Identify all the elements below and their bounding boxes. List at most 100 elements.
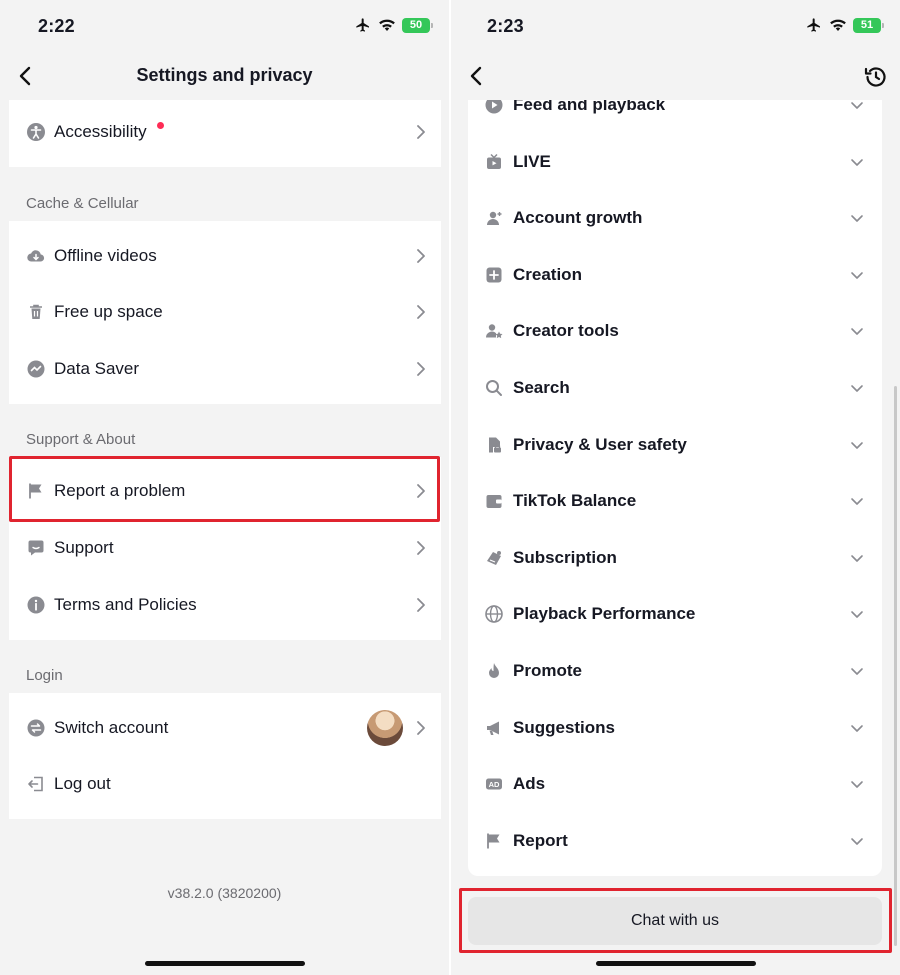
topic-item-tiktok-balance[interactable]: TikTok Balance [468, 473, 882, 529]
topic-label: Ads [513, 774, 546, 794]
notification-dot [157, 122, 164, 129]
person-star-icon [484, 321, 504, 341]
chevron-down-icon [851, 724, 863, 732]
chevron-down-icon [851, 158, 863, 166]
app-version: v38.2.0 (3820200) [167, 885, 282, 901]
nav-header: Settings and privacy [0, 56, 449, 98]
chat-button-highlight [459, 888, 892, 953]
topic-item-creation[interactable]: Creation [468, 247, 882, 303]
status-time: 2:22 [38, 16, 75, 36]
logout-icon [26, 774, 46, 794]
section-header: Cache & Cellular [26, 195, 139, 212]
accessibility-card: Accessibility [9, 100, 441, 167]
history-icon[interactable] [863, 64, 889, 90]
settings-item-data-saver[interactable]: Data Saver [9, 341, 441, 397]
chevron-down-icon [851, 554, 863, 562]
airplane-icon [807, 18, 820, 32]
chat-bubble-icon [26, 538, 46, 558]
chevron-down-icon [851, 611, 863, 619]
settings-item-label: Free up space [54, 302, 163, 321]
battery-level: 50 [409, 19, 423, 31]
wallet-icon [484, 491, 504, 511]
back-arrow-icon[interactable] [465, 64, 489, 88]
topic-label: Promote [513, 661, 582, 680]
topic-label: Feed and playback [513, 100, 666, 114]
settings-item-accessibility[interactable]: Accessibility [9, 104, 441, 160]
topic-label: Report [513, 830, 568, 850]
topic-item-ads[interactable]: AD Ads [468, 756, 882, 812]
ad-icon: AD [484, 774, 504, 794]
topic-label: Suggestions [513, 717, 616, 737]
home-indicator [595, 961, 756, 966]
topic-item-creator-tools[interactable]: Creator tools [468, 303, 882, 359]
topic-label: Account growth [513, 208, 643, 228]
settings-item-switch-account[interactable]: Switch account [9, 700, 441, 756]
topic-label: Search [513, 378, 570, 397]
settings-item-label: Data Saver [54, 359, 140, 378]
topics-list: Feed and playback LIVE Account growth Creat… [468, 100, 882, 876]
wifi-icon [830, 19, 846, 31]
data-saver-icon [26, 359, 46, 379]
status-bar: 2:23 51 [451, 0, 900, 52]
topic-label: LIVE [513, 151, 551, 171]
chevron-down-icon [851, 215, 863, 222]
topic-label: Creation [513, 264, 582, 284]
topic-item-search[interactable]: Search [468, 360, 882, 416]
settings-item-free-up-space[interactable]: Free up space [9, 284, 441, 340]
settings-item-label: Switch account [54, 718, 169, 737]
chevron-right-icon [417, 721, 425, 735]
topic-item-feed-and-playback[interactable]: Feed and playback [468, 100, 882, 133]
trash-icon [26, 302, 46, 322]
privacy-icon [484, 435, 504, 455]
settings-item-offline-videos[interactable]: Offline videos [9, 228, 441, 284]
flag-icon [484, 831, 504, 851]
page-title: Settings and privacy [136, 65, 313, 85]
topic-item-report[interactable]: Report [468, 813, 882, 869]
settings-item-terms-policies[interactable]: Terms and Policies [9, 577, 441, 633]
topic-item-live[interactable]: LIVE [468, 134, 882, 190]
accessibility-icon [26, 122, 46, 142]
globe-icon [484, 604, 504, 624]
topic-label: TikTok Balance [513, 491, 637, 511]
chevron-down-icon [851, 781, 863, 788]
chevron-right-icon [417, 125, 425, 139]
topic-item-subscription[interactable]: Subscription [468, 530, 882, 586]
topic-item-promote[interactable]: Promote [468, 643, 882, 699]
scrollbar[interactable] [894, 386, 897, 946]
flame-icon [484, 661, 504, 681]
chevron-right-icon [417, 249, 425, 263]
live-tv-icon [484, 152, 504, 172]
topic-item-privacy-user-safety[interactable]: Privacy & User safety [468, 417, 882, 473]
settings-item-log-out[interactable]: Log out [9, 756, 441, 812]
login-card: Switch account Log out [9, 693, 441, 819]
topic-label: Creator tools [513, 321, 619, 341]
plus-square-icon [484, 265, 504, 285]
settings-privacy-screen: 2:22 50 Settings and privacy Accessibili… [0, 0, 449, 975]
info-icon [26, 595, 46, 615]
avatar [367, 710, 403, 746]
topic-item-account-growth[interactable]: Account growth [468, 190, 882, 246]
topic-label: Subscription [513, 547, 617, 567]
chevron-right-icon [417, 541, 425, 555]
topic-item-suggestions[interactable]: Suggestions [468, 700, 882, 756]
section-header: Support & About [26, 431, 136, 448]
topic-label: Privacy & User safety [513, 434, 687, 454]
battery-level: 51 [860, 19, 874, 31]
nav-header [451, 56, 900, 98]
chevron-right-icon [417, 305, 425, 319]
settings-item-label: Log out [54, 774, 111, 793]
status-bar: 2:22 50 [0, 0, 449, 52]
chevron-right-icon [417, 598, 425, 612]
chevron-down-icon [851, 385, 863, 392]
chevron-right-icon [417, 362, 425, 376]
settings-item-support[interactable]: Support [9, 520, 441, 576]
report-problem-highlight [9, 456, 440, 522]
chevron-down-icon [851, 271, 863, 279]
topic-item-playback-performance[interactable]: Playback Performance [468, 586, 882, 642]
switch-icon [26, 718, 46, 738]
cloud-download-icon [26, 246, 46, 266]
person-add-icon [484, 208, 504, 228]
megaphone-icon [484, 718, 504, 738]
subscription-icon [484, 548, 504, 568]
battery-indicator: 51 [853, 17, 884, 33]
